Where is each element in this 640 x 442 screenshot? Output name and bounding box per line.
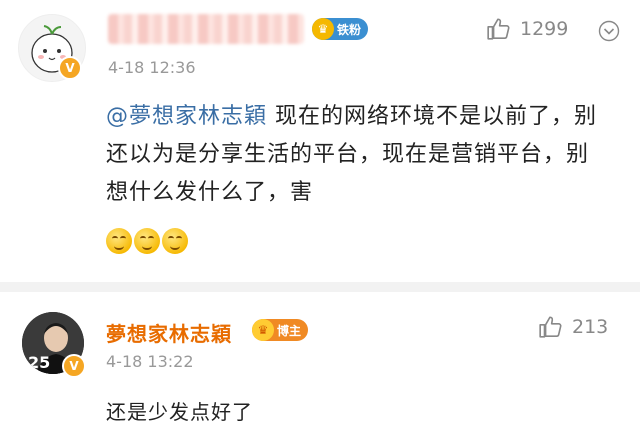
chevron-down-circle-icon	[598, 20, 620, 42]
comment-text: @夢想家林志穎 现在的网络环境不是以前了，别还以为是分享生活的平台，现在是营销平…	[106, 98, 606, 212]
comment-item: 25 V 夢想家林志穎 ♛ 博主 4-18 13:22 213 还是少发点好了	[0, 292, 640, 442]
avatar-label: 25	[28, 353, 50, 372]
comment-item: V ♛ 铁粉 4-18 12:36 1299 @夢想家林志穎 现在的网络环境不是…	[0, 0, 640, 282]
smile-emoji-icon	[162, 228, 188, 254]
like-button[interactable]: 213	[538, 314, 608, 340]
more-options-button[interactable]	[598, 20, 620, 42]
emoji-row	[106, 228, 188, 254]
fan-badge-label: 铁粉	[337, 22, 362, 37]
like-button[interactable]: 1299	[486, 16, 568, 42]
comment-time: 4-18 13:22	[106, 352, 194, 371]
username[interactable]: 夢想家林志穎	[106, 318, 232, 347]
comment-divider	[0, 282, 640, 292]
thumbs-up-icon	[487, 18, 510, 40]
thumbs-up-icon	[539, 316, 562, 338]
username-blurred[interactable]	[108, 14, 304, 44]
smile-emoji-icon	[134, 228, 160, 254]
comment-time: 4-18 12:36	[108, 58, 196, 77]
fan-badge[interactable]: ♛ 铁粉	[312, 18, 369, 40]
crown-icon: ♛	[252, 319, 274, 341]
blogger-badge-label: 博主	[277, 323, 302, 338]
smile-emoji-icon	[106, 228, 132, 254]
crown-icon: ♛	[312, 18, 334, 40]
comment-text: 还是少发点好了	[106, 400, 253, 424]
mention-link[interactable]: @夢想家林志穎	[106, 104, 267, 129]
like-count: 213	[572, 316, 609, 338]
like-count: 1299	[520, 18, 569, 40]
verified-badge-icon: V	[62, 354, 86, 378]
blogger-badge[interactable]: ♛ 博主	[252, 319, 309, 341]
verified-badge-icon: V	[58, 56, 82, 80]
